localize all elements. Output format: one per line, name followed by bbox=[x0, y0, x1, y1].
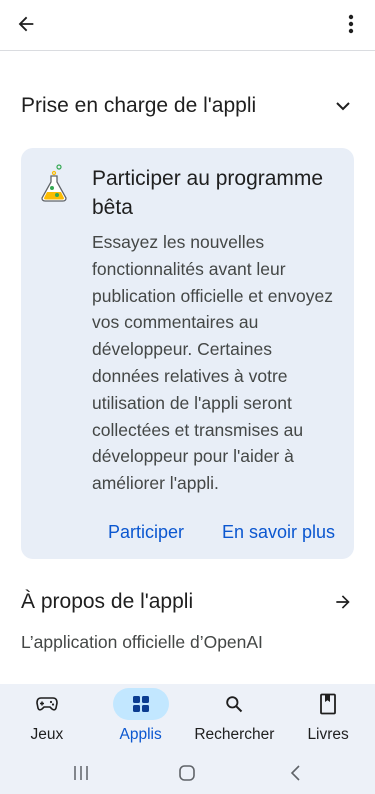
back-button[interactable] bbox=[10, 8, 42, 40]
beta-card-actions: Participer En savoir plus bbox=[21, 518, 354, 546]
nav-item-rechercher[interactable]: Rechercher bbox=[188, 684, 282, 750]
support-section-title: Prise en charge de l'appli bbox=[21, 94, 257, 117]
flask-icon bbox=[41, 164, 67, 202]
nav-item-jeux[interactable]: Jeux bbox=[0, 684, 94, 750]
home-icon bbox=[179, 765, 195, 781]
apps-grid-icon bbox=[132, 696, 149, 712]
nav-item-applis[interactable]: Applis bbox=[94, 684, 188, 750]
system-back-button[interactable] bbox=[280, 760, 310, 786]
recents-icon bbox=[74, 766, 88, 780]
arrow-left-icon bbox=[18, 16, 34, 32]
learn-more-button[interactable]: En savoir plus bbox=[222, 518, 335, 546]
nav-label-livres: Livres bbox=[307, 726, 349, 743]
nav-label-jeux: Jeux bbox=[30, 726, 64, 743]
back-chevron-icon bbox=[290, 765, 300, 781]
nav-label-rechercher: Rechercher bbox=[194, 726, 275, 743]
gamepad-icon bbox=[36, 697, 58, 711]
chevron-down-icon[interactable] bbox=[331, 94, 355, 118]
beta-card-title: Participer au programme bêta bbox=[92, 167, 324, 219]
about-section-header[interactable]: À propos de l'appli bbox=[21, 586, 355, 618]
top-app-bar bbox=[0, 0, 375, 50]
support-section-header[interactable]: Prise en charge de l'appli bbox=[21, 90, 355, 122]
about-description: L’application officielle d’OpenAI bbox=[21, 632, 263, 652]
home-button[interactable] bbox=[172, 760, 202, 786]
search-icon bbox=[226, 696, 243, 713]
about-section-title: À propos de l'appli bbox=[21, 590, 194, 613]
participate-button[interactable]: Participer bbox=[108, 518, 184, 546]
beta-card-body: Essayez les nouvelles fonctionnalités av… bbox=[92, 232, 333, 494]
book-icon bbox=[320, 693, 337, 715]
top-divider bbox=[0, 50, 375, 51]
recents-button[interactable] bbox=[66, 760, 96, 786]
arrow-right-icon[interactable] bbox=[331, 590, 355, 614]
nav-label-applis: Applis bbox=[119, 726, 162, 743]
beta-program-card: Participer au programme bêta Essayez les… bbox=[21, 148, 354, 559]
nav-item-livres[interactable]: Livres bbox=[281, 684, 375, 750]
more-options-button[interactable] bbox=[339, 8, 363, 40]
more-vert-icon bbox=[348, 14, 354, 34]
system-navigation-bar bbox=[0, 756, 375, 794]
